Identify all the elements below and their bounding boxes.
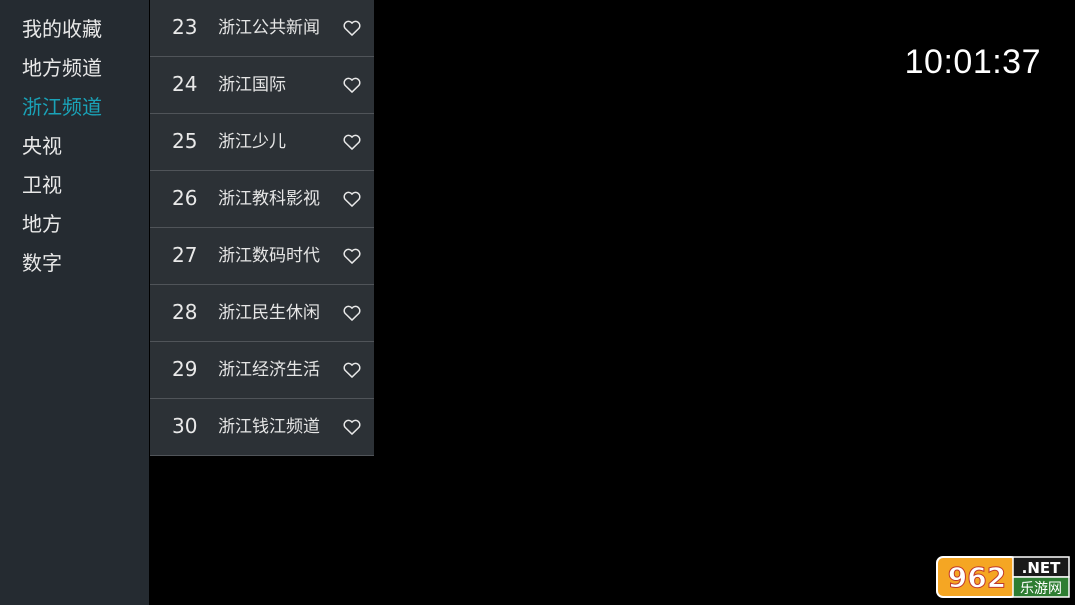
category-zhejiang-channels[interactable]: 浙江频道: [22, 93, 102, 121]
channel-number: 27: [172, 243, 198, 267]
svg-text:962: 962: [948, 561, 1006, 594]
channel-name: 浙江少儿: [218, 132, 286, 152]
channel-number: 30: [172, 414, 198, 438]
channel-number: 24: [172, 72, 198, 96]
heart-outline-icon[interactable]: [342, 189, 362, 209]
svg-text:乐游网: 乐游网: [1020, 581, 1062, 597]
watermark-logo: 962 .NET 乐游网: [935, 555, 1071, 599]
channel-number: 28: [172, 300, 198, 324]
channel-name: 浙江公共新闻: [218, 18, 320, 38]
heart-outline-icon[interactable]: [342, 132, 362, 152]
channel-number: 29: [172, 357, 198, 381]
category-sidebar: 我的收藏 地方频道 浙江频道 央视 卫视 地方 数字: [0, 0, 149, 605]
category-local-channels[interactable]: 地方频道: [22, 54, 102, 82]
svg-text:.NET: .NET: [1022, 559, 1061, 577]
channel-name: 浙江钱江频道: [218, 417, 320, 437]
category-satellite[interactable]: 卫视: [22, 171, 62, 199]
category-cctv[interactable]: 央视: [22, 132, 62, 160]
channel-name: 浙江国际: [218, 75, 286, 95]
channel-row[interactable]: 28 浙江民生休闲: [150, 285, 374, 342]
channel-row[interactable]: 25 浙江少儿: [150, 114, 374, 171]
heart-outline-icon[interactable]: [342, 303, 362, 323]
channel-row[interactable]: 29 浙江经济生活: [150, 342, 374, 399]
category-regional[interactable]: 地方: [22, 210, 62, 238]
channel-row[interactable]: 26 浙江教科影视: [150, 171, 374, 228]
channel-name: 浙江教科影视: [218, 189, 320, 209]
channel-name: 浙江数码时代: [218, 246, 320, 266]
channel-name: 浙江经济生活: [218, 360, 320, 380]
heart-outline-icon[interactable]: [342, 246, 362, 266]
channel-row[interactable]: 24 浙江国际: [150, 57, 374, 114]
heart-outline-icon[interactable]: [342, 18, 362, 38]
channel-number: 25: [172, 129, 198, 153]
channel-name: 浙江民生休闲: [218, 303, 320, 323]
heart-outline-icon[interactable]: [342, 417, 362, 437]
clock-time: 10:01:37: [904, 43, 1041, 81]
channel-row[interactable]: 23 浙江公共新闻: [150, 0, 374, 57]
heart-outline-icon[interactable]: [342, 75, 362, 95]
channel-number: 23: [172, 15, 198, 39]
category-favorites[interactable]: 我的收藏: [22, 15, 102, 43]
heart-outline-icon[interactable]: [342, 360, 362, 380]
channel-number: 26: [172, 186, 198, 210]
channel-row[interactable]: 27 浙江数码时代: [150, 228, 374, 285]
category-digital[interactable]: 数字: [22, 249, 62, 277]
channel-list: 23 浙江公共新闻 24 浙江国际 25 浙江少儿 26 浙江教科影视 27 浙…: [150, 0, 374, 456]
channel-row[interactable]: 30 浙江钱江频道: [150, 399, 374, 456]
